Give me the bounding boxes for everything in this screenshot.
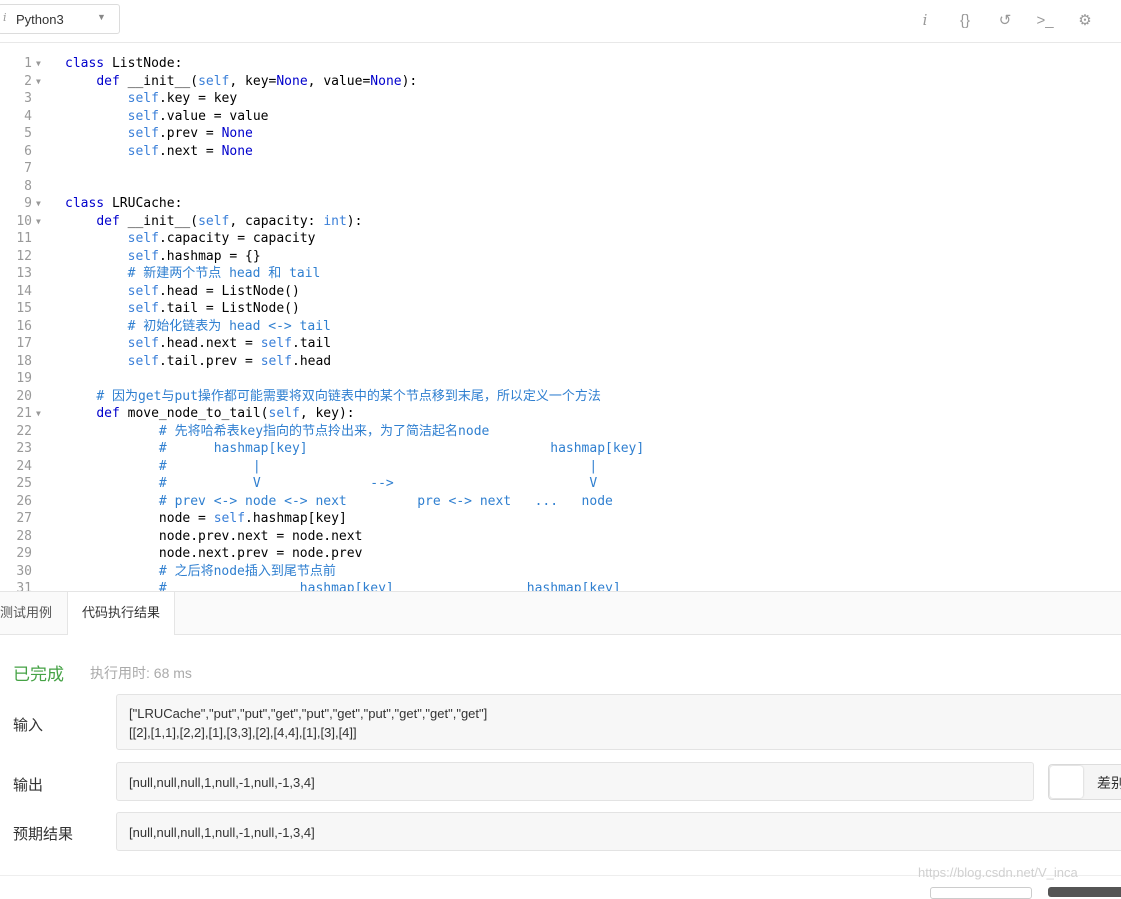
line-number: 18 (16, 353, 32, 369)
line-number: 29 (16, 546, 32, 561)
input-line-1: ["LRUCache","put","put","get","put","get… (129, 706, 488, 721)
code-text: def __init__(self, key=None, value=None)… (96, 73, 418, 89)
code-text: # 之后将node插入到尾节点前 (158, 563, 336, 579)
diff-label: 差别 (1097, 775, 1121, 791)
line-number: 13 (16, 266, 32, 281)
diff-toggle[interactable]: 差别 (1048, 764, 1121, 800)
code-text: self.hashmap = {} (127, 248, 261, 264)
line-number: 31 (16, 581, 32, 591)
fold-arrow-icon[interactable]: ▼ (36, 195, 41, 213)
line-number: 14 (16, 283, 32, 299)
line-number: 22 (16, 423, 32, 439)
line-number: 4 (24, 108, 32, 124)
language-label: Python3 (16, 12, 64, 27)
console-icon[interactable]: >_ (1025, 11, 1065, 31)
line-number: 21 (16, 406, 32, 421)
line-number: 6 (24, 143, 32, 159)
expected-box: [null,null,null,1,null,-1,null,-1,3,4] (116, 812, 1121, 851)
input-label: 输入 (13, 717, 44, 734)
line-number: 23 (16, 441, 32, 456)
editor-toolbar: i Python3 ▼ i{} ↺ >_ ⚙ (0, 0, 1121, 43)
reset-icon[interactable]: ↺ (985, 11, 1025, 31)
line-number: 27 (16, 511, 32, 526)
code-text: self.prev = None (127, 126, 253, 141)
expected-value: [null,null,null,1,null,-1,null,-1,3,4] (129, 825, 315, 840)
execution-time: 执行用时: 68 ms (90, 665, 192, 681)
line-number: 5 (24, 126, 32, 141)
fold-arrow-icon[interactable]: ▼ (36, 73, 41, 91)
line-number: 30 (16, 563, 32, 579)
code-text: self.tail = ListNode() (127, 301, 300, 316)
code-text: self.capacity = capacity (127, 231, 316, 246)
line-number: 1 (24, 56, 32, 71)
code-text: self.head = ListNode() (127, 283, 300, 299)
input-line-2: [[2],[1,1],[2,2],[1],[3,3],[2],[4,4],[1]… (129, 725, 357, 740)
line-number: 26 (16, 493, 32, 509)
code-text: node = self.hashmap[key] (65, 511, 347, 526)
line-number: 3 (24, 91, 32, 106)
fold-arrow-icon[interactable]: ▼ (36, 213, 41, 231)
output-label: 输出 (13, 777, 44, 794)
braces-icon[interactable]: {} (945, 11, 985, 31)
line-number: 24 (16, 458, 32, 474)
output-box: [null,null,null,1,null,-1,null,-1,3,4] (116, 762, 1034, 801)
line-number: 7 (24, 161, 32, 176)
watermark: https://blog.csdn.net/V_inca (918, 865, 1078, 880)
line-number: 10 (16, 213, 32, 229)
fold-arrow-icon[interactable]: ▼ (36, 405, 41, 423)
code-text: self.head.next = self.tail (127, 336, 332, 351)
code-text: node.prev.next = node.next (65, 528, 363, 544)
code-text: # 因为get与put操作都可能需要将双向链表中的某个节点移到末尾，所以定义一个… (96, 388, 601, 404)
line-number: 19 (16, 371, 32, 386)
line-number: 17 (16, 336, 32, 351)
chevron-down-icon: ▼ (97, 12, 106, 22)
line-number: 11 (16, 231, 32, 246)
result-tabs: 测试用例 代码执行结果 (0, 591, 1121, 635)
code-text: self.next = None (127, 143, 253, 159)
code-text: # 新建两个节点 head 和 tail (127, 266, 321, 281)
fold-arrow-icon[interactable]: ▼ (36, 55, 41, 73)
line-number: 8 (24, 178, 32, 194)
code-text: def move_node_to_tail(self, key): (96, 406, 355, 421)
line-number: 16 (16, 318, 32, 334)
code-text: # | | (158, 458, 598, 474)
line-number: 28 (16, 528, 32, 544)
line-number: 25 (16, 476, 32, 491)
code-text: class LRUCache: (65, 196, 183, 211)
expected-label: 预期结果 (13, 826, 74, 843)
tab-testcase[interactable]: 测试用例 (0, 592, 52, 634)
line-number: 15 (16, 301, 32, 316)
code-text: node.next.prev = node.prev (65, 546, 363, 561)
line-number: 20 (16, 388, 32, 404)
info-icon[interactable]: i (905, 10, 945, 30)
line-number: 2 (24, 73, 32, 89)
secondary-button[interactable] (930, 887, 1032, 899)
toggle-knob (1050, 766, 1083, 798)
line-number: 12 (16, 248, 32, 264)
tab-run-result[interactable]: 代码执行结果 (67, 592, 175, 635)
output-value: [null,null,null,1,null,-1,null,-1,3,4] (129, 775, 315, 790)
code-text: # 先将哈希表key指向的节点拎出来，为了简洁起名node (158, 423, 490, 439)
code-editor[interactable]: 1 ▼ class ListNode: 2 ▼ def __init__(self, k… (0, 43, 1121, 591)
code-text: def __init__(self, capacity: int): (96, 213, 363, 229)
code-text: # prev <-> node <-> next pre <-> next ..… (158, 493, 613, 509)
code-text: # 初始化链表为 head <-> tail (127, 318, 331, 334)
code-text: # hashmap[key] hashmap[key] (158, 441, 645, 456)
status-text: 已完成 (13, 665, 64, 684)
line-number: 9 (24, 196, 32, 211)
code-text: self.key = key (127, 91, 238, 106)
code-text: class ListNode: (65, 56, 183, 71)
primary-button[interactable] (1048, 887, 1121, 897)
info-icon: i (3, 11, 7, 24)
code-text: # V --> V (158, 476, 598, 491)
code-text: self.value = value (127, 108, 269, 124)
code-text: # hashmap[key] hashmap[key] (158, 581, 621, 591)
language-select[interactable]: i Python3 ▼ (0, 4, 120, 34)
input-box: ["LRUCache","put","put","get","put","get… (116, 694, 1121, 750)
toolbar-actions: i{} ↺ >_ ⚙ (905, 10, 1105, 31)
code-text: self.tail.prev = self.head (127, 353, 332, 369)
settings-icon[interactable]: ⚙ (1065, 11, 1105, 31)
